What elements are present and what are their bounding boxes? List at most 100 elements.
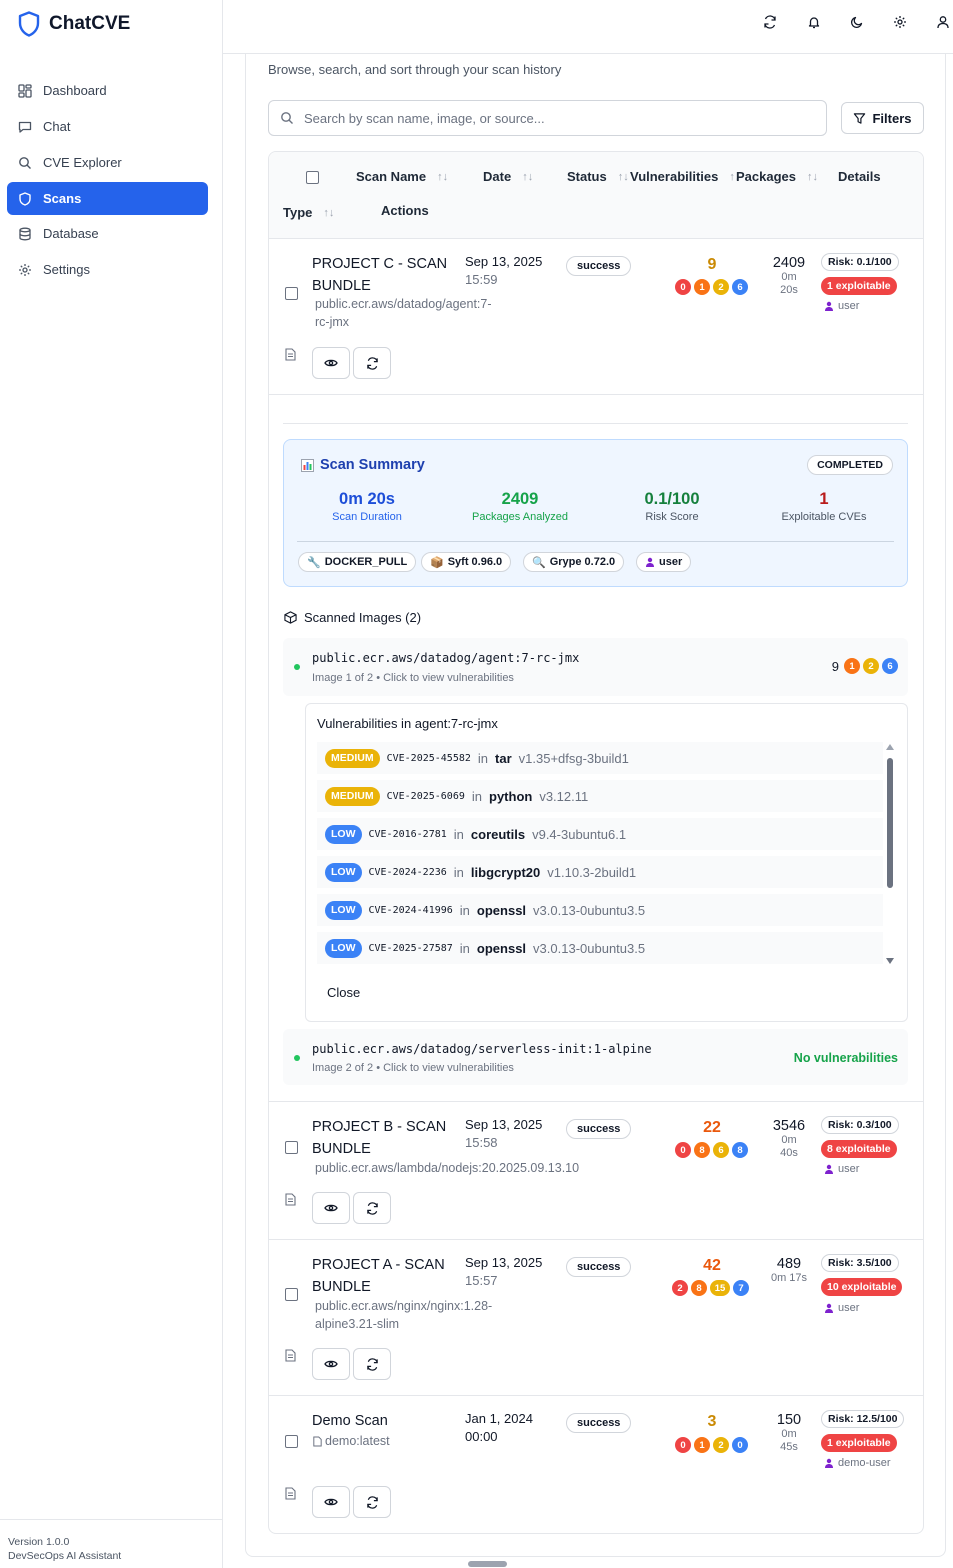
- header-packages[interactable]: Packages ↑↓: [736, 169, 818, 184]
- header-label: Date: [483, 169, 512, 184]
- vulnerability-item[interactable]: LOW CVE-2016-2781 in coreutils v9.4-3ubuntu6…: [317, 818, 883, 850]
- medium-count: 2: [713, 1437, 729, 1453]
- scan-name-line: PROJECT B - SCAN: [312, 1119, 447, 1135]
- grype-chip: 🔍 Grype 0.72.0: [523, 552, 625, 572]
- view-button[interactable]: [312, 347, 350, 379]
- image-row[interactable]: public.ecr.aws/datadog/agent:7-rc-jmx Im…: [283, 638, 908, 696]
- user-icon: [825, 301, 833, 311]
- image-severity-counts: 9 1 2 6: [832, 658, 898, 674]
- scroll-down-arrow[interactable]: [886, 958, 894, 964]
- magnifier-icon: 🔍: [532, 556, 546, 569]
- view-button[interactable]: [312, 1192, 350, 1224]
- scroll-up-arrow[interactable]: [886, 744, 894, 750]
- row-checkbox[interactable]: [285, 287, 298, 300]
- scrollbar[interactable]: [884, 744, 896, 966]
- sidebar-item-cve-explorer[interactable]: CVE Explorer: [7, 146, 208, 179]
- rescan-button[interactable]: [353, 1348, 391, 1380]
- cve-id: CVE-2025-27587: [368, 942, 453, 954]
- severity-badge: LOW: [325, 862, 362, 882]
- gear-icon[interactable]: [890, 12, 910, 32]
- user-icon[interactable]: [933, 12, 953, 32]
- scan-date: Sep 13, 2025 15:59: [465, 253, 542, 289]
- row-checkbox[interactable]: [285, 1435, 298, 1448]
- cve-id: CVE-2024-2236: [368, 866, 447, 878]
- header-date[interactable]: Date ↑↓: [483, 169, 533, 184]
- cube-icon: [284, 611, 297, 624]
- filters-button[interactable]: Filters: [841, 102, 924, 134]
- scan-name-line: PROJECT C - SCAN: [312, 256, 448, 272]
- header-type[interactable]: Type ↑↓: [283, 205, 334, 220]
- document-icon: [285, 1349, 296, 1362]
- file-icon: [313, 1436, 322, 1446]
- header-scan-name[interactable]: Scan Name ↑↓: [356, 169, 448, 184]
- close-button[interactable]: Close: [327, 985, 360, 1000]
- rescan-button[interactable]: [353, 1192, 391, 1224]
- in-label: in: [477, 750, 489, 766]
- view-button[interactable]: [312, 1348, 350, 1380]
- filters-label: Filters: [872, 110, 912, 126]
- chip-label: Syft 0.96.0: [447, 556, 503, 568]
- vulnerability-item[interactable]: MEDIUM CVE-2025-6069 in python v3.12.11: [317, 780, 883, 812]
- search-box[interactable]: [268, 100, 827, 136]
- refresh-icon[interactable]: [760, 12, 780, 32]
- vulnerability-item[interactable]: LOW CVE-2025-27587 in openssl v3.0.13-0ubunt…: [317, 932, 883, 964]
- sort-icon: ↑↓: [323, 206, 335, 219]
- scan-name-line: BUNDLE: [312, 1141, 371, 1157]
- rescan-button[interactable]: [353, 347, 391, 379]
- scan-date-day: Sep 13, 2025: [465, 254, 543, 269]
- row-checkbox[interactable]: [285, 1141, 298, 1154]
- app-logo[interactable]: ChatCVE: [18, 11, 130, 37]
- status-badge: success: [566, 1119, 632, 1139]
- packages-cell: 2409 0m 20s: [764, 255, 814, 297]
- vulnerability-item[interactable]: LOW CVE-2024-2236 in libgcrypt20 v1.10.3-2bu…: [317, 856, 883, 888]
- exploitable-badge: 1 exploitable: [821, 277, 897, 295]
- high-count: 1: [844, 658, 860, 674]
- scanned-images-heading: Scanned Images (2): [284, 610, 421, 625]
- low-count: 6: [882, 658, 898, 674]
- header-label: Actions: [381, 203, 429, 218]
- package-name: tar: [495, 750, 512, 766]
- sidebar-item-dashboard[interactable]: Dashboard: [7, 74, 208, 107]
- header-label: Details: [838, 169, 881, 184]
- bell-icon[interactable]: [804, 12, 824, 32]
- in-label: in: [471, 788, 482, 804]
- row-divider: [269, 394, 923, 395]
- sidebar-item-database[interactable]: Database: [7, 217, 208, 250]
- scan-duration: 0m: [781, 271, 797, 283]
- row-checkbox[interactable]: [285, 1288, 298, 1301]
- scroll-thumb[interactable]: [887, 758, 893, 888]
- vuln-total: 3: [707, 1413, 717, 1430]
- stat-label: Exploitable CVEs: [781, 511, 867, 523]
- refresh-icon: [366, 356, 378, 370]
- scan-duration: 0m: [781, 1428, 797, 1440]
- resize-handle[interactable]: [468, 1561, 507, 1567]
- user-icon: [825, 1303, 833, 1313]
- header-status[interactable]: Status ↑↓: [567, 169, 629, 184]
- search-input[interactable]: [304, 110, 784, 126]
- vulnerability-item[interactable]: LOW CVE-2024-41996 in openssl v3.0.13-0ubunt…: [317, 894, 883, 926]
- low-count: 8: [732, 1142, 748, 1158]
- stat-packages: 2409 Packages Analyzed: [450, 490, 590, 523]
- header-label: Type: [283, 205, 313, 220]
- select-all-checkbox[interactable]: [306, 171, 319, 184]
- packages-cell: 3546 0m 40s: [764, 1118, 814, 1160]
- view-button[interactable]: [312, 1486, 350, 1518]
- scan-user-name: user: [838, 1302, 860, 1314]
- low-count: 0: [732, 1437, 748, 1453]
- risk-badge: Risk: 3.5/100: [821, 1254, 899, 1272]
- sidebar-item-scans[interactable]: Scans: [7, 182, 208, 215]
- scan-user-name: user: [838, 1163, 860, 1175]
- package-name: coreutils: [470, 826, 526, 842]
- sidebar-item-chat[interactable]: Chat: [7, 110, 208, 143]
- user-icon: [825, 1164, 833, 1174]
- header-label: Packages: [736, 169, 796, 184]
- rescan-button[interactable]: [353, 1486, 391, 1518]
- bar-chart-icon: [301, 458, 314, 472]
- vulnerability-item[interactable]: MEDIUM CVE-2025-45582 in tar v1.35+dfsg-3bui…: [317, 742, 883, 774]
- scan-date: Sep 13, 2025 15:57: [465, 1254, 542, 1290]
- moon-icon[interactable]: [847, 12, 867, 32]
- header-vulnerabilities[interactable]: Vulnerabilities ↑↓: [630, 169, 740, 184]
- document-icon: [285, 348, 296, 361]
- image-row[interactable]: public.ecr.aws/datadog/serverless-init:1…: [283, 1029, 908, 1085]
- sidebar-item-settings[interactable]: Settings: [7, 253, 208, 286]
